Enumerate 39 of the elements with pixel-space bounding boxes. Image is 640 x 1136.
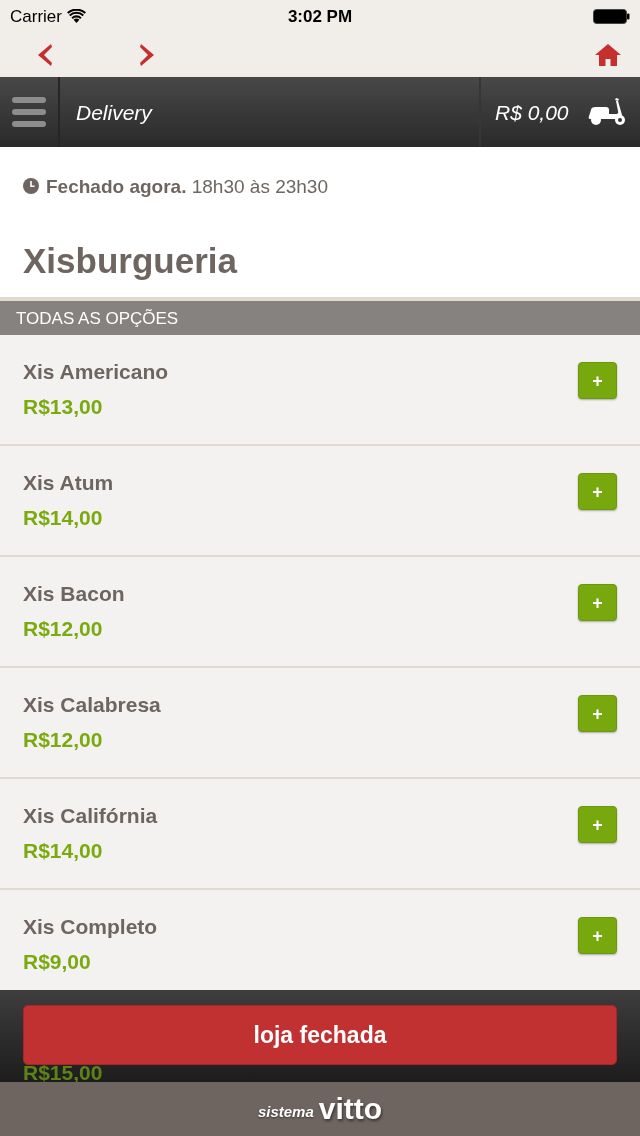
item-price: R$14,00 <box>23 843 103 859</box>
item-name: Xis Calabresa <box>23 693 161 717</box>
header-title: Delivery <box>76 101 152 123</box>
item-price: R$12,00 <box>23 621 103 637</box>
item-price: R$9,00 <box>23 954 91 970</box>
forward-button[interactable] <box>138 43 156 66</box>
item-name: Xis Completo <box>23 915 158 939</box>
brand-tagline: sistema <box>257 1103 314 1119</box>
menu-icon <box>12 97 46 127</box>
back-button[interactable] <box>36 43 54 66</box>
item-name: Xis Califórnia <box>23 804 158 828</box>
item-name: Xis Atum <box>23 471 114 495</box>
brand-name: vitto <box>318 1094 383 1124</box>
cart-total: R$ 0,00 <box>495 101 569 123</box>
item-name: Xis Americano <box>23 360 169 384</box>
section-title: TODAS AS OPÇÕES <box>16 309 179 327</box>
item-name: Xis Bacon <box>23 582 125 606</box>
add-button[interactable]: + <box>578 584 617 621</box>
wifi-icon <box>66 9 86 23</box>
chevron-left-icon <box>38 43 52 66</box>
store-name: Xisburgueria <box>23 243 237 278</box>
scooter-icon <box>588 98 626 126</box>
clock-icon <box>23 178 39 194</box>
add-button[interactable]: + <box>578 917 617 954</box>
chevron-right-icon <box>140 43 154 66</box>
home-icon <box>595 43 621 66</box>
home-button[interactable] <box>595 43 621 66</box>
add-button[interactable]: + <box>578 473 617 510</box>
carrier-text: Carrier <box>10 7 62 25</box>
store-closed-button[interactable]: loja fechada <box>23 1005 617 1065</box>
add-button[interactable]: + <box>578 362 617 399</box>
item-price: R$13,00 <box>23 399 103 415</box>
add-button[interactable]: + <box>578 806 617 843</box>
item-price: R$14,00 <box>23 510 103 526</box>
add-button[interactable]: + <box>578 695 617 732</box>
item-price: R$12,00 <box>23 732 103 748</box>
opening-hours-text: Fechado agora. 18h30 às 23h30 <box>46 176 328 196</box>
battery-icon <box>593 8 630 24</box>
clock-time: 3:02 PM <box>287 7 353 25</box>
